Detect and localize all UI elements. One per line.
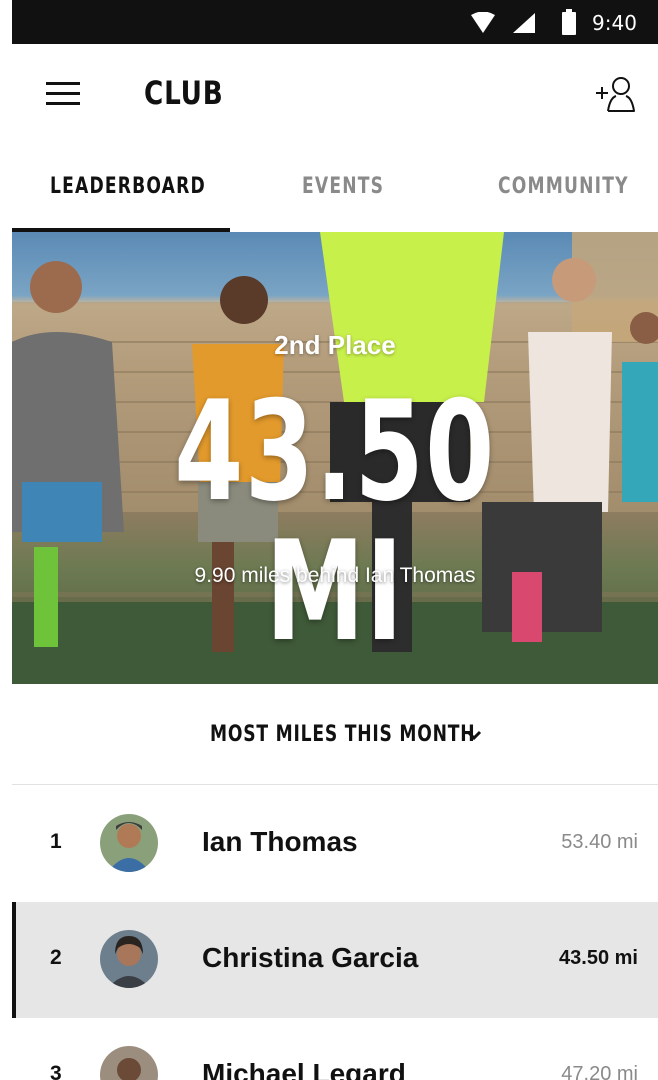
rank-number: 3 <box>50 1062 62 1080</box>
signal-icon <box>513 13 535 33</box>
leaderboard-row[interactable]: 1 Ian Thomas 53.40 mi <box>12 786 658 902</box>
current-user-indicator <box>12 902 16 1018</box>
app-bar: CLUB <box>12 44 658 144</box>
page-title: CLUB <box>144 74 224 112</box>
status-bar: 9:40 <box>12 0 658 44</box>
hero-place: 2nd Place <box>274 330 396 360</box>
status-time: 9:40 <box>592 11 637 35</box>
leaderboard-filter: MOST MILES THIS MONTH <box>12 684 658 785</box>
hero-banner: 2nd Place 43.50 MI 9.90 miles behind Ian… <box>12 232 658 684</box>
tab-events[interactable]: EVENTS <box>302 174 384 199</box>
app-frame: 9:40 CLUB LEADERBOARD EVENTS COMMUNITY 2… <box>12 0 658 1080</box>
athlete-miles: 43.50 mi <box>559 947 638 969</box>
athlete-name: Christina Garcia <box>202 942 419 973</box>
athlete-miles: 47.20 mi <box>561 1063 638 1080</box>
rank-number: 1 <box>50 830 62 853</box>
metric-dropdown-label: MOST MILES THIS MONTH <box>210 722 476 747</box>
athlete-miles: 53.40 mi <box>561 831 638 853</box>
tab-leaderboard[interactable]: LEADERBOARD <box>50 174 206 199</box>
avatar <box>100 814 158 872</box>
avatar <box>100 930 158 988</box>
hero-distance: 43.50 MI <box>174 371 496 672</box>
menu-icon[interactable] <box>46 82 80 106</box>
add-friend-icon[interactable] <box>594 74 638 114</box>
athlete-name: Ian Thomas <box>202 826 358 857</box>
leaderboard-row[interactable]: 3 Michael Legard 47.20 mi <box>12 1018 658 1080</box>
tab-bar: LEADERBOARD EVENTS COMMUNITY <box>12 144 658 232</box>
left-gutter <box>0 0 12 1080</box>
hero-behind-text: 9.90 miles behind Ian Thomas <box>194 564 476 587</box>
athlete-name: Michael Legard <box>202 1058 406 1080</box>
avatar <box>100 1046 158 1080</box>
leaderboard-row-current-user[interactable]: 2 Christina Garcia 43.50 mi <box>12 902 658 1018</box>
wifi-icon <box>471 12 495 33</box>
battery-icon <box>562 9 576 35</box>
rank-number: 2 <box>50 946 62 969</box>
tab-community[interactable]: COMMUNITY <box>498 174 629 199</box>
metric-dropdown[interactable]: MOST MILES THIS MONTH <box>210 722 482 747</box>
